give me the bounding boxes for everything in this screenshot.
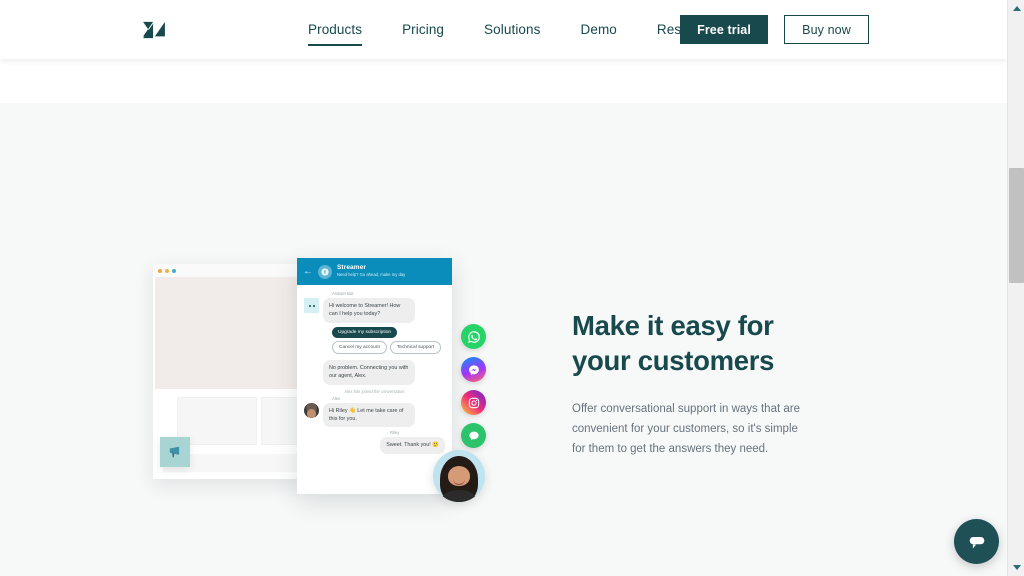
chat-bubble-text: Hi Riley 👋 Let me take care of this for …	[323, 402, 415, 428]
browser-mockup-titlebar	[153, 264, 308, 277]
chat-window-subtitle: Need help? Go ahead, make my day	[337, 272, 406, 278]
answer-bot-avatar-icon	[304, 298, 319, 313]
instagram-icon[interactable]	[461, 390, 486, 415]
nav-item-solutions[interactable]: Solutions	[464, 0, 560, 59]
quick-reply-row-1: Upgrade my subscription	[332, 326, 445, 338]
chat-message-bot: Hi welcome to Streamer! How can I help y…	[304, 298, 445, 323]
hero-description: Offer conversational support in ways tha…	[572, 403, 800, 455]
free-trial-button[interactable]: Free trial	[680, 15, 768, 44]
chat-launcher-button[interactable]	[954, 519, 999, 564]
main-navigation: Products Pricing Solutions Demo Resource…	[288, 0, 742, 59]
hero-copy: Make it easy for your customers Offer co…	[572, 308, 832, 460]
hero-title-line-1: Make it easy for	[572, 310, 774, 341]
nav-item-pricing[interactable]: Pricing	[382, 0, 464, 59]
chat-window-header: ← Streamer Need help? Go ahead, make my …	[297, 258, 452, 285]
chat-message-agent: Hi Riley 👋 Let me take care of this for …	[304, 402, 445, 428]
site-header: Products Pricing Solutions Demo Resource…	[0, 0, 1007, 59]
quick-reply-row-2: Cancel my account Technical support	[332, 340, 445, 354]
nav-item-products[interactable]: Products	[288, 0, 382, 59]
page-title: Make it easy for your customers	[572, 308, 832, 378]
streamer-logo-icon	[318, 264, 332, 279]
page-content: Products Pricing Solutions Demo Resource…	[0, 0, 1007, 576]
messenger-icon[interactable]	[461, 357, 486, 382]
chat-bubble-icon	[969, 536, 984, 548]
buy-now-button[interactable]: Buy now	[784, 15, 869, 44]
hero-section: ← Streamer Need help? Go ahead, make my …	[0, 103, 1007, 576]
chat-bubble-text: Hi welcome to Streamer! How can I help y…	[323, 298, 415, 323]
chat-window-mockup: ← Streamer Need help? Go ahead, make my …	[297, 258, 452, 494]
social-channel-list	[461, 324, 486, 448]
scroll-up-button[interactable]	[1008, 0, 1024, 17]
browser-viewport: Products Pricing Solutions Demo Resource…	[0, 0, 1024, 576]
agent-avatar	[304, 402, 319, 418]
quick-reply-upgrade-subscription[interactable]: Upgrade my subscription	[332, 326, 398, 338]
scrollbar-thumb[interactable]	[1009, 168, 1024, 283]
chat-bubble-text: No problem. Connecting you with our agen…	[323, 359, 415, 385]
customer-avatar-photo	[433, 450, 485, 502]
scroll-up-arrow-icon	[1012, 6, 1021, 11]
quick-reply-cancel-account[interactable]: Cancel my account	[332, 340, 387, 354]
nav-item-demo[interactable]: Demo	[560, 0, 636, 59]
chat-window-title: Streamer	[337, 264, 366, 272]
window-dot-yellow	[165, 268, 169, 273]
mockup-hero-image	[155, 277, 306, 389]
chat-system-note: Alex has joined the conversation	[344, 388, 405, 394]
chat-message-bot-2: No problem. Connecting you with our agen…	[304, 359, 445, 385]
megaphone-icon	[160, 437, 190, 467]
chat-bubble-icon[interactable]	[461, 423, 486, 448]
message-sender-riley: Riley	[390, 430, 400, 436]
quick-reply-technical-support[interactable]: Technical support	[389, 340, 442, 354]
hero-title-line-2: your customers	[572, 345, 775, 377]
window-dot-red	[158, 268, 162, 273]
window-dot-green	[172, 268, 176, 273]
chat-bubble-text: Sweet. Thank you! 🙂	[380, 437, 445, 454]
scroll-down-arrow-icon	[1012, 565, 1021, 570]
chat-message-customer: Sweet. Thank you! 🙂	[304, 437, 445, 454]
zendesk-z-logo-icon[interactable]	[143, 20, 165, 40]
message-sender-alex: Alex	[332, 395, 341, 401]
message-sender-answer-bot: Answer Bot	[332, 291, 354, 296]
arrow-left-icon[interactable]: ←	[303, 266, 313, 277]
whatsapp-icon[interactable]	[461, 324, 486, 349]
chat-message-list: Answer Bot Hi welcome to Streamer! How c…	[297, 285, 452, 494]
vertical-scrollbar[interactable]	[1007, 0, 1024, 576]
scroll-down-button[interactable]	[1008, 559, 1024, 576]
